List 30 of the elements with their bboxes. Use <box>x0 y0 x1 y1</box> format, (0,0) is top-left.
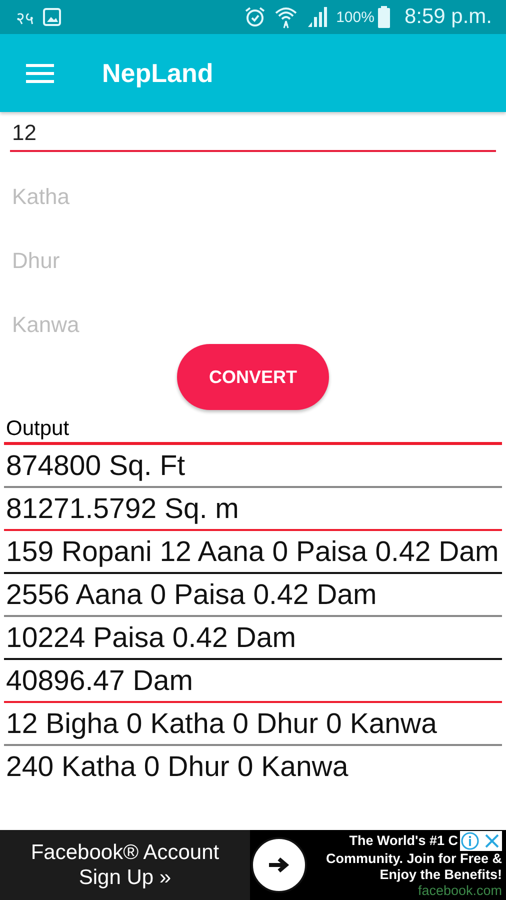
menu-icon[interactable] <box>26 62 54 84</box>
ad-text: Enjoy the Benefits! <box>380 867 502 883</box>
output-value: 2556 Aana 0 Paisa 0.42 Dam <box>4 574 502 617</box>
output-value: 159 Ropani 12 Aana 0 Paisa 0.42 Dam <box>4 531 502 574</box>
output-label: Output <box>4 416 502 445</box>
output-value: 81271.5792 Sq. m <box>4 488 502 531</box>
convert-button[interactable]: CONVERT <box>177 344 329 410</box>
input-field[interactable]: Katha <box>10 176 496 220</box>
info-icon[interactable] <box>460 831 480 851</box>
battery-percent: 100% <box>336 8 374 26</box>
image-icon <box>42 7 62 27</box>
output-value: 874800 Sq. Ft <box>4 445 502 488</box>
notification-text: २५ <box>16 8 34 28</box>
output-value: 10224 Paisa 0.42 Dam <box>4 617 502 660</box>
input-field[interactable]: Dhur <box>10 240 496 284</box>
output-value: 240 Katha 0 Dhur 0 Kanwa <box>5 750 350 785</box>
battery-icon <box>378 6 390 28</box>
signal-icon <box>306 6 328 28</box>
wifi-icon <box>274 5 298 29</box>
ad-headline[interactable]: Facebook® Account Sign Up » <box>15 840 235 890</box>
output-value: 40896.47 Dam <box>4 660 502 703</box>
app-title: NepLand <box>102 58 214 88</box>
alarm-icon <box>244 6 266 28</box>
ad-text: The World's #1 C <box>349 833 458 849</box>
clock-time: 8:59 p.m. <box>404 5 492 29</box>
arrow-button-icon[interactable] <box>250 836 308 894</box>
ad-text: Community. Join for Free & <box>326 851 502 867</box>
ad-domain[interactable]: facebook.com <box>418 883 502 899</box>
input-field[interactable]: 12 <box>10 116 496 152</box>
output-value: 12 Bigha 0 Katha 0 Dhur 0 Kanwa <box>4 703 502 746</box>
